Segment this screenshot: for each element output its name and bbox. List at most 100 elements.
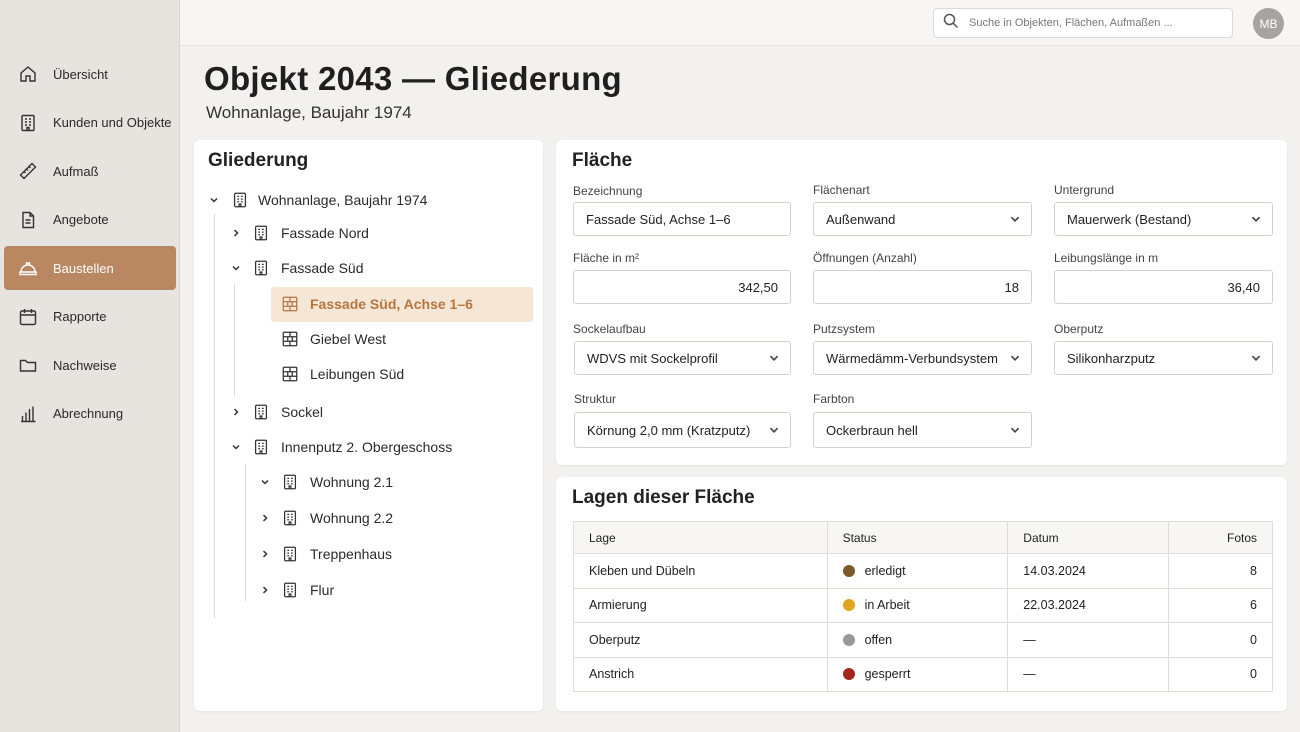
oberputz-label: Oberputz [1054, 322, 1104, 336]
cell-fotos: 8 [1168, 553, 1273, 589]
chevron-right-icon[interactable] [229, 405, 243, 419]
facade-icon [280, 329, 300, 349]
sockel-select[interactable]: WDVS mit Sockelprofil [574, 341, 791, 375]
sidebar-item-uebersicht[interactable]: Übersicht [4, 52, 176, 96]
chevron-right-icon[interactable] [229, 226, 243, 240]
folder-icon [18, 355, 38, 375]
tree-node-label: Wohnung 2.1 [310, 474, 394, 490]
flaechenart-label: Flächenart [813, 183, 870, 197]
chevron-down-icon [1009, 352, 1021, 367]
chevron-right-icon[interactable] [258, 583, 272, 597]
search-box[interactable] [933, 8, 1233, 38]
flaeche-field[interactable]: 342,50 [573, 270, 791, 304]
tree-node-label: Flur [310, 582, 335, 598]
cell-fotos: 0 [1168, 622, 1273, 658]
sidebar-item-kunden[interactable]: Kunden und Objekte [4, 101, 176, 145]
flaechenart-select[interactable]: Außenwand [813, 202, 1032, 236]
struktur-select[interactable]: Körnung 2,0 mm (Kratzputz) [574, 412, 791, 448]
building-icon [230, 190, 250, 210]
sidebar-item-rapporte[interactable]: Rapporte [4, 295, 176, 339]
table-row[interactable]: Oberputz offen — 0 [573, 622, 1273, 658]
tree-guide-line [214, 214, 215, 618]
column-header-datum[interactable]: Datum [1007, 521, 1170, 554]
select-value: Mauerwerk (Bestand) [1067, 211, 1192, 227]
search-input[interactable] [969, 17, 1219, 29]
sidebar-item-baustellen[interactable]: Baustellen [4, 246, 176, 290]
bezeichnung-field[interactable]: Fassade Süd, Achse 1–6 [573, 202, 791, 236]
tree-guide-line [245, 464, 246, 601]
untergrund-select[interactable]: Mauerwerk (Bestand) [1054, 202, 1273, 236]
tree-node-wohnung-2-2[interactable]: Wohnung 2.2 [258, 503, 393, 533]
select-value: Körnung 2,0 mm (Kratzputz) [587, 422, 751, 438]
tree-title: Gliederung [208, 150, 309, 171]
chevron-down-icon[interactable] [229, 261, 243, 275]
sidebar-item-label: Kunden und Objekte [53, 115, 172, 130]
home-icon [18, 64, 38, 84]
tree-node-label: Fassade Nord [281, 225, 369, 241]
bezeichnung-label: Bezeichnung [573, 184, 643, 198]
avatar[interactable]: MB [1253, 8, 1284, 39]
layers-title: Lagen dieser Fläche [572, 487, 755, 508]
cell-datum: — [1007, 622, 1170, 658]
cell-status: gesperrt [826, 656, 1009, 692]
leibung-label: Leibungslänge in m [1054, 251, 1159, 265]
farbton-select[interactable]: Ockerbraun hell [813, 412, 1032, 448]
tree-node-fassade-sued[interactable]: Fassade Süd [229, 253, 364, 283]
tree-node-sockel[interactable]: Sockel [229, 397, 323, 427]
sidebar-item-angebote[interactable]: Angebote [4, 198, 176, 242]
chevron-right-icon[interactable] [258, 511, 272, 525]
cell-fotos: 0 [1168, 656, 1273, 692]
building-icon [251, 402, 271, 422]
chevron-down-icon[interactable] [229, 440, 243, 454]
tree-node-label: Sockel [281, 404, 324, 420]
tree-node-giebel-west[interactable]: Giebel West [280, 324, 386, 354]
building-icon [280, 472, 300, 492]
table-row[interactable]: Kleben und Dübeln erledigt 14.03.2024 8 [573, 553, 1273, 589]
leibung-field[interactable]: 36,40 [1054, 270, 1273, 304]
status-dot [842, 564, 855, 577]
chevron-right-icon[interactable] [258, 547, 272, 561]
tree-node-wohnung-2-1[interactable]: Wohnung 2.1 [258, 467, 393, 497]
document-icon [18, 210, 38, 230]
sidebar-item-nachweise[interactable]: Nachweise [4, 343, 176, 387]
tree-node-leibungen-sued[interactable]: Leibungen Süd [280, 359, 404, 389]
sidebar-item-abrechnung[interactable]: Abrechnung [4, 392, 176, 436]
status-dot [842, 599, 855, 612]
tree-node-wohnanlage[interactable]: Wohnanlage, Baujahr 1974 [207, 185, 427, 215]
flaeche-label: Fläche in m² [573, 251, 640, 265]
tree-guide-line [234, 284, 235, 396]
oeffnungen-field[interactable]: 18 [813, 270, 1032, 304]
table-row[interactable]: Armierung in Arbeit 22.03.2024 6 [573, 587, 1273, 623]
cell-lage: Kleben und Dübeln [573, 553, 828, 589]
tree-node-fassade-sued-achse[interactable]: Fassade Süd, Achse 1–6 [280, 289, 473, 319]
bar-chart-icon [18, 404, 38, 424]
tree-node-flur[interactable]: Flur [258, 575, 334, 605]
sidebar-nav: Übersicht Kunden und Objekte Aufmaß Ange… [0, 52, 180, 440]
cell-fotos: 6 [1168, 587, 1273, 623]
tree-node-fassade-nord[interactable]: Fassade Nord [229, 218, 369, 248]
chevron-down-icon[interactable] [258, 475, 272, 489]
layers-table: Lage Status Datum Fotos Kleben und Dübel… [573, 521, 1273, 692]
column-header-status[interactable]: Status [826, 521, 1009, 554]
chevron-down-icon[interactable] [207, 193, 221, 207]
putzsystem-select[interactable]: Wärmedämm-Verbundsystem [813, 341, 1032, 375]
page-subtitle: Wohnanlage, Baujahr 1974 [206, 103, 412, 122]
sockel-label: Sockelaufbau [573, 322, 646, 336]
status-label: gesperrt [864, 667, 911, 682]
sidebar-item-aufmass[interactable]: Aufmaß [4, 149, 176, 193]
chevron-down-icon [768, 352, 780, 367]
building-icon [18, 113, 38, 133]
column-header-fotos[interactable]: Fotos [1168, 521, 1273, 554]
tree-node-treppenhaus[interactable]: Treppenhaus [258, 539, 392, 569]
status-label: in Arbeit [864, 598, 910, 613]
sidebar-item-label: Aufmaß [53, 163, 99, 179]
chevron-down-icon [768, 424, 780, 439]
tree-node-label: Giebel West [310, 331, 386, 347]
ruler-icon [18, 161, 38, 181]
tree-node-innenputz[interactable]: Innenputz 2. Obergeschoss [229, 432, 452, 462]
hardhat-icon [18, 258, 38, 278]
table-row[interactable]: Anstrich gesperrt — 0 [573, 656, 1273, 692]
column-header-lage[interactable]: Lage [573, 521, 828, 554]
oberputz-select[interactable]: Silikonharzputz [1054, 341, 1273, 375]
tree-node-label: Fassade Süd [281, 260, 364, 276]
